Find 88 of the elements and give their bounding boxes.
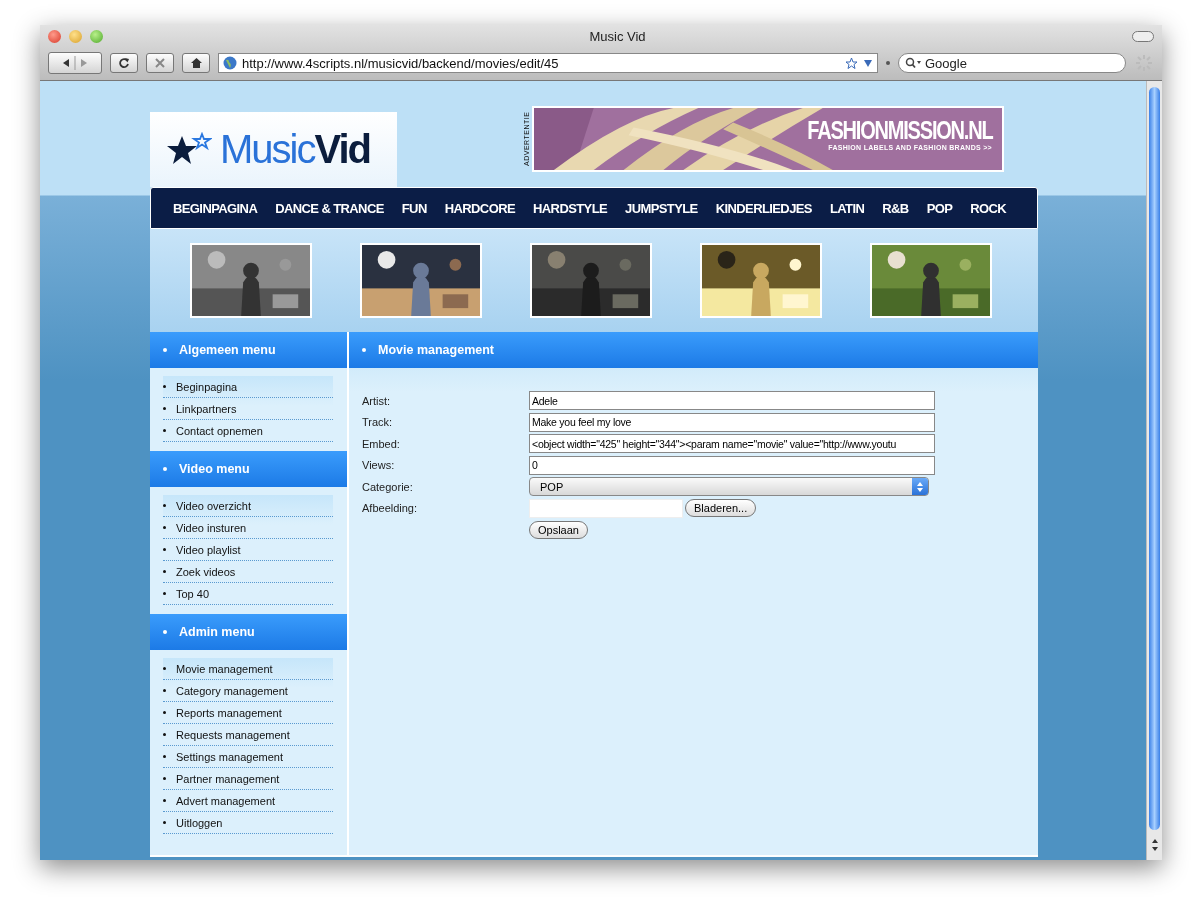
dropdown-icon[interactable] (863, 58, 873, 68)
field-label: Embed: (362, 437, 401, 450)
menu-title: Admin menu (179, 625, 255, 639)
globe-icon (223, 56, 237, 70)
bullet-icon (163, 504, 166, 507)
bullet-icon (163, 689, 166, 692)
close-icon[interactable] (48, 29, 61, 43)
bullet-icon (163, 733, 166, 736)
section-title: Movie management (378, 343, 494, 357)
back-forward-button[interactable] (48, 52, 102, 74)
toolbar-toggle-icon[interactable] (1132, 30, 1154, 42)
search-field[interactable]: Google (898, 53, 1126, 73)
bullet-icon (163, 348, 167, 352)
bullet-icon (163, 630, 167, 634)
bullet-icon (163, 755, 166, 758)
menu-link[interactable]: Partner management (176, 772, 280, 785)
menu-link[interactable]: Settings management (176, 750, 283, 763)
menu-link[interactable]: Reports management (176, 706, 282, 719)
save-button[interactable]: Opslaan (529, 520, 588, 539)
nav-link[interactable]: ROCK (962, 200, 1015, 216)
bullet-icon (163, 385, 166, 388)
window-title: Music Vid (588, 28, 647, 44)
scrollbar[interactable] (1146, 81, 1162, 860)
reload-button[interactable] (110, 53, 138, 73)
reload-icon (118, 57, 130, 69)
advert-brand: FASHIONMISSION.NL (806, 116, 992, 144)
input-field[interactable]: 0 (529, 455, 935, 475)
bullet-icon (163, 407, 166, 410)
bullet-icon (163, 799, 166, 802)
bullet-icon (163, 526, 166, 529)
scroll-arrows-icon[interactable] (1149, 837, 1160, 853)
menu-link[interactable]: Movie management (176, 662, 273, 675)
menu-link[interactable]: Video insturen (176, 521, 247, 534)
home-button[interactable] (182, 53, 210, 73)
stepper-arrows-icon (912, 478, 928, 496)
close-icon (154, 57, 166, 69)
input-field[interactable]: <object width="425" height="344"><param name="movie" value="http://www.youtu (529, 434, 935, 454)
menu-link[interactable]: Contact opnemen (176, 424, 263, 437)
menu-link[interactable]: Beginpagina (176, 380, 238, 393)
menu-title: Algemeen menu (179, 343, 276, 357)
nav-link[interactable]: R&B (874, 200, 917, 216)
menu-link[interactable]: Top 40 (176, 587, 210, 600)
nav-link[interactable]: BEGINPAGINA (165, 200, 266, 216)
browse-button[interactable]: Bladeren... (685, 499, 757, 518)
menu-link[interactable]: Video playlist (176, 543, 241, 556)
menu-link[interactable]: Uitloggen (176, 816, 223, 829)
nav-link[interactable]: KINDERLIEDJES (707, 200, 820, 216)
url-text: http://www.4scripts.nl/musicvid/backend/movies/edit/45 (242, 55, 560, 71)
input-field[interactable]: Make you feel my love (529, 412, 935, 432)
category-dropdown[interactable]: POP (529, 477, 929, 497)
search-icon (905, 57, 923, 69)
home-icon (189, 57, 203, 69)
site-logo[interactable]: MusicVid (150, 112, 397, 187)
menu-link[interactable]: Video overzicht (176, 499, 251, 512)
bullet-icon (163, 711, 166, 714)
menu-link[interactable]: Advert management (176, 794, 276, 807)
nav-link[interactable]: FUN (393, 200, 435, 216)
bullet-icon (163, 667, 166, 670)
field-label: Track: (362, 416, 394, 429)
address-field[interactable]: http://www.4scripts.nl/musicvid/backend/movies/edit/45 (218, 53, 878, 73)
bullet-icon (163, 777, 166, 780)
nav-link[interactable]: HARDCORE (436, 200, 523, 216)
bullet-icon (163, 570, 166, 573)
menu-link[interactable]: Zoek videos (176, 565, 236, 578)
field-label: Afbeelding: (362, 502, 419, 515)
file-field[interactable] (529, 498, 683, 518)
star-icon[interactable] (845, 56, 858, 70)
nav-link[interactable]: HARDSTYLE (525, 200, 616, 216)
input-field[interactable]: Adele (529, 391, 935, 411)
menu-link[interactable]: Category management (176, 684, 288, 697)
nav-link[interactable]: LATIN (821, 200, 873, 216)
nav-link[interactable]: POP (918, 200, 961, 216)
bullet-icon (163, 429, 166, 432)
bullet-icon (163, 548, 166, 551)
nav-link[interactable]: DANCE & TRANCE (267, 200, 392, 216)
stop-button[interactable] (146, 53, 174, 73)
field-label: Artist: (362, 394, 392, 407)
nav-link[interactable]: JUMPSTYLE (617, 200, 706, 216)
bullet-icon (163, 821, 166, 824)
bullet-icon (362, 348, 366, 352)
bullet-icon (163, 592, 166, 595)
menu-link[interactable]: Requests management (176, 728, 290, 741)
bullet-icon (163, 467, 167, 471)
resize-handle-icon[interactable] (886, 61, 890, 65)
menu-link[interactable]: Linkpartners (176, 402, 237, 415)
menu-title: Video menu (179, 462, 250, 476)
field-label: Views: (362, 459, 396, 472)
field-label: Categorie: (362, 480, 414, 493)
